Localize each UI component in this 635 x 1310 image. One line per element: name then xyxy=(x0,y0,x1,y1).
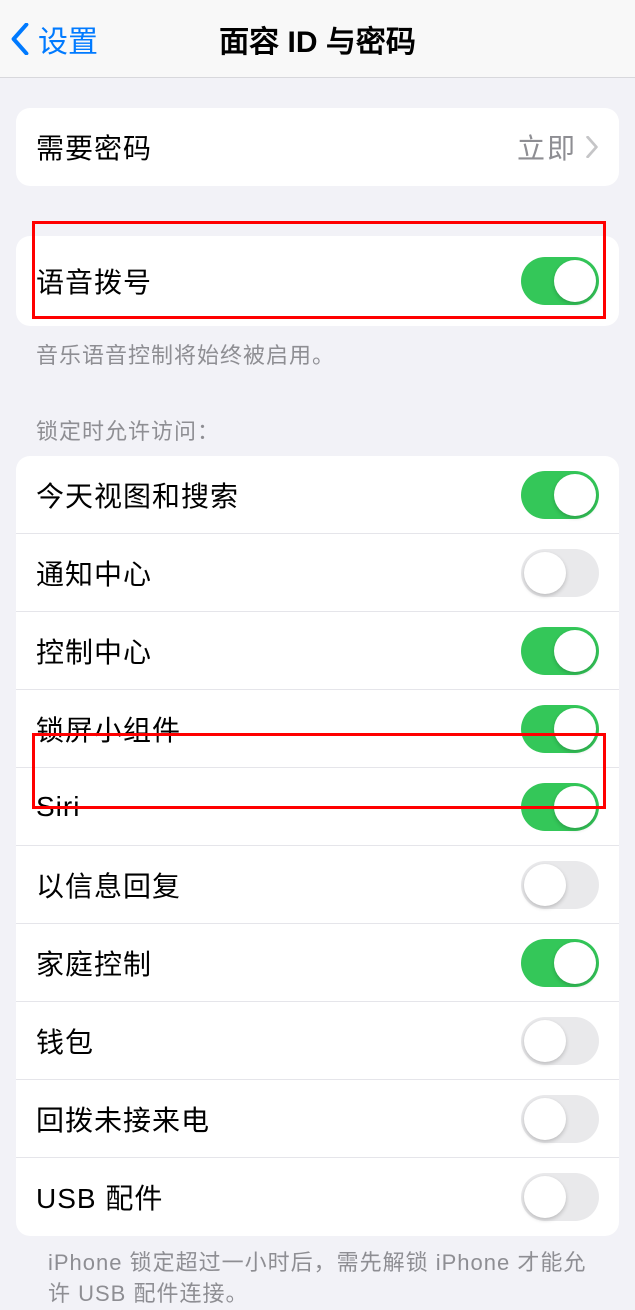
require-passcode-row[interactable]: 需要密码 立即 xyxy=(16,108,619,186)
lock-access-item-label: Siri xyxy=(36,791,80,823)
lock-access-toggle[interactable] xyxy=(521,549,599,597)
lock-access-row: 钱包 xyxy=(16,1002,619,1080)
lock-access-header: 锁定时允许访问： xyxy=(0,414,635,456)
lock-access-row: 锁屏小组件 xyxy=(16,690,619,768)
lock-access-toggle[interactable] xyxy=(521,627,599,675)
lock-access-toggle[interactable] xyxy=(521,783,599,831)
lock-access-row: 家庭控制 xyxy=(16,924,619,1002)
lock-access-section: 今天视图和搜索通知中心控制中心锁屏小组件 Siri 以信息回复家庭控制钱包回拨未接来… xyxy=(16,456,619,1236)
page-title: 面容 ID 与密码 xyxy=(0,17,635,61)
navigation-header: 设置 面容 ID 与密码 xyxy=(0,0,635,78)
lock-access-row: 控制中心 xyxy=(16,612,619,690)
lock-access-item-label: 控制中心 xyxy=(36,631,152,671)
lock-access-toggle[interactable] xyxy=(521,1017,599,1065)
lock-access-footer: iPhone 锁定超过一小时后，需先解锁 iPhone 才能允许 USB 配件连… xyxy=(0,1236,635,1310)
lock-access-toggle[interactable] xyxy=(521,939,599,987)
lock-access-row: Siri xyxy=(16,768,619,846)
lock-access-row: 通知中心 xyxy=(16,534,619,612)
require-passcode-label: 需要密码 xyxy=(36,127,152,167)
lock-access-row: USB 配件 xyxy=(16,1158,619,1236)
voice-dial-row: 语音拨号 xyxy=(16,236,619,326)
lock-access-row: 回拨未接来电 xyxy=(16,1080,619,1158)
require-passcode-value: 立即 xyxy=(517,127,577,167)
lock-access-toggle[interactable] xyxy=(521,861,599,909)
voice-dial-section: 语音拨号 xyxy=(16,236,619,326)
lock-access-row: 今天视图和搜索 xyxy=(16,456,619,534)
lock-access-item-label: 钱包 xyxy=(36,1021,94,1061)
passcode-section: 需要密码 立即 xyxy=(16,108,619,186)
lock-access-toggle[interactable] xyxy=(521,705,599,753)
lock-access-toggle[interactable] xyxy=(521,1173,599,1221)
lock-access-item-label: 锁屏小组件 xyxy=(36,709,181,749)
lock-access-item-label: 家庭控制 xyxy=(36,943,152,983)
lock-access-row: 以信息回复 xyxy=(16,846,619,924)
lock-access-item-label: 今天视图和搜索 xyxy=(36,475,239,515)
lock-access-item-label: 以信息回复 xyxy=(36,865,181,905)
lock-access-item-label: USB 配件 xyxy=(36,1177,163,1217)
lock-access-toggle[interactable] xyxy=(521,1095,599,1143)
lock-access-item-label: 通知中心 xyxy=(36,553,152,593)
voice-dial-footer: 音乐语音控制将始终被启用。 xyxy=(0,326,635,370)
voice-dial-label: 语音拨号 xyxy=(36,261,152,301)
lock-access-item-label: 回拨未接来电 xyxy=(36,1099,210,1139)
lock-access-toggle[interactable] xyxy=(521,471,599,519)
voice-dial-toggle[interactable] xyxy=(521,257,599,305)
chevron-right-icon xyxy=(585,136,599,158)
